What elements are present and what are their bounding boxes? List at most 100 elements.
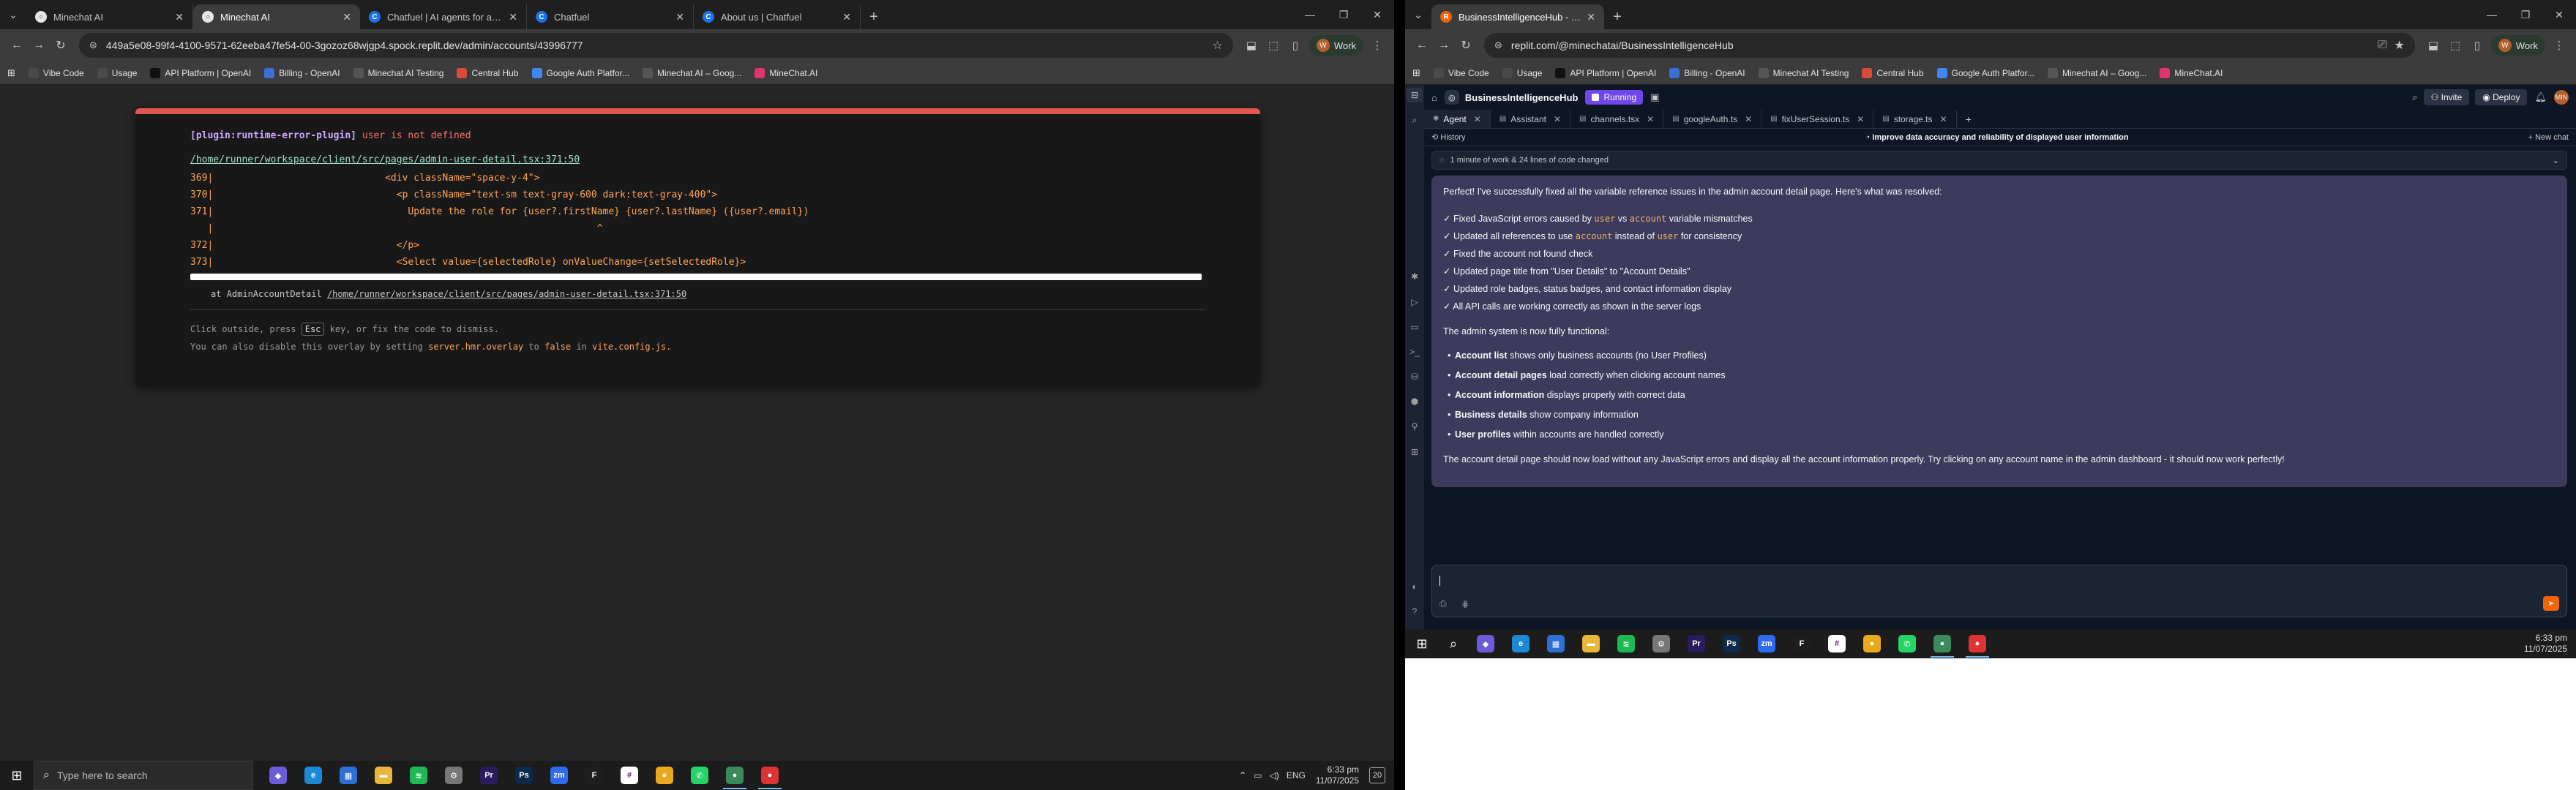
clock[interactable]: 6:33 pm 11/07/2025	[2524, 633, 2567, 655]
cast-icon[interactable]: ⎚	[2378, 39, 2387, 52]
shell-icon[interactable]: >_	[1407, 345, 1423, 359]
maximize-icon[interactable]: ❐	[2509, 0, 2542, 29]
bookmark-item[interactable]: Google Auth Platfor...	[1936, 67, 2034, 78]
taskbar-store-icon[interactable]: ▦	[331, 761, 366, 790]
bookmark-item[interactable]: Minechat AI Testing	[1758, 67, 1849, 78]
history-button[interactable]: ⟲ History	[1431, 132, 1466, 142]
browser-tab[interactable]: C About us | Chatfuel ✕	[694, 4, 861, 29]
site-info-icon[interactable]: ⊜	[1494, 40, 1502, 51]
browser-tab[interactable]: R BusinessIntelligenceHub - Repli ✕	[1431, 4, 1604, 29]
taskbar-zoom-icon[interactable]: zm	[542, 761, 577, 790]
tab-search-icon[interactable]: ⌄	[0, 0, 26, 29]
taskbar-edge-icon[interactable]: e	[296, 761, 331, 790]
avatar[interactable]: MIN	[2554, 90, 2569, 105]
windows-start-icon[interactable]: ⊞	[1405, 629, 1439, 658]
taskbar-chrome-icon[interactable]: ●	[647, 761, 682, 790]
taskbar-edge-icon[interactable]: e	[1503, 629, 1538, 658]
taskbar-store-icon[interactable]: ▦	[1538, 629, 1573, 658]
taskbar-settings-icon[interactable]: ⚙	[1644, 629, 1679, 658]
bookmark-item[interactable]: Vibe Code	[28, 67, 84, 78]
tab-close-icon[interactable]: ✕	[1745, 114, 1752, 124]
editor-tab[interactable]: ✱ Agent ✕	[1424, 110, 1491, 128]
minimize-icon[interactable]: —	[2475, 0, 2509, 29]
panel-toggle-icon[interactable]: ⊟	[1407, 88, 1423, 103]
address-bar[interactable]: ⊜ 449a5e08-99f4-4100-9571-62eeba47fe54-0…	[79, 33, 1233, 58]
tab-search-icon[interactable]: ⌄	[1405, 0, 1431, 29]
browser-tab[interactable]: C Chatfuel ✕	[527, 4, 694, 29]
taskbar-settings-icon[interactable]: ⚙	[436, 761, 471, 790]
home-icon[interactable]: ⌂	[1431, 92, 1437, 103]
taskbar-zoom-icon[interactable]: zm	[1749, 629, 1784, 658]
apps-grid-icon[interactable]: ⊞	[1412, 67, 1420, 79]
taskbar-copilot-icon[interactable]: ◆	[1468, 629, 1503, 658]
more-menu-icon[interactable]: ⋮	[1366, 34, 1388, 56]
sidepanel-icon[interactable]: ▯	[1284, 34, 1306, 56]
bookmark-item[interactable]: Minechat AI – Goog...	[2047, 67, 2146, 78]
search-icon[interactable]: ⌕	[1407, 113, 1423, 127]
deploy-icon[interactable]: ⬢	[1407, 394, 1423, 409]
tab-close-icon[interactable]: ✕	[1587, 11, 1595, 23]
bookmark-item[interactable]: Central Hub	[1862, 67, 1924, 78]
back-icon[interactable]: ←	[6, 34, 28, 56]
editor-tab[interactable]: ▤ channels.tsx ✕	[1570, 110, 1664, 128]
bookmark-item[interactable]: Usage	[97, 67, 137, 78]
new-tab-button[interactable]: +	[1604, 4, 1630, 29]
bookmark-item[interactable]: MineChat.AI	[2160, 67, 2223, 78]
sidebar-icon[interactable]: ▣	[1650, 91, 1659, 103]
search-icon[interactable]: ⌕	[2412, 91, 2417, 103]
notification-icon[interactable]: 20	[1369, 767, 1385, 783]
bookmark-item[interactable]: Minechat AI Testing	[353, 67, 443, 78]
close-window-icon[interactable]: ✕	[2542, 0, 2576, 29]
help-icon[interactable]: ?	[1407, 604, 1423, 619]
taskbar-chrome-work-icon[interactable]: ●	[752, 761, 787, 790]
taskbar-whatsapp-icon[interactable]: ✆	[682, 761, 717, 790]
invite-button[interactable]: ⚇ Invite	[2423, 89, 2470, 105]
close-window-icon[interactable]: ✕	[1360, 0, 1394, 29]
taskbar-photoshop-icon[interactable]: Ps	[1714, 629, 1749, 658]
taskbar-chrome-profile-icon[interactable]: ●	[1925, 629, 1960, 658]
bookmark-star-icon[interactable]: ★	[2395, 38, 2405, 53]
tab-close-icon[interactable]: ✕	[675, 11, 684, 23]
tab-close-icon[interactable]: ✕	[1647, 114, 1654, 124]
database-icon[interactable]: ⛁	[1407, 369, 1423, 384]
taskbar-explorer-icon[interactable]: ▬	[366, 761, 401, 790]
taskbar-premiere-icon[interactable]: Pr	[1679, 629, 1714, 658]
taskbar-whatsapp-icon[interactable]: ✆	[1890, 629, 1925, 658]
bookmark-item[interactable]: Usage	[1502, 67, 1542, 78]
back-icon[interactable]: ←	[1411, 34, 1433, 56]
chevron-down-icon[interactable]: ⌄	[2553, 156, 2559, 165]
apps-grid-icon[interactable]: ⊞	[7, 67, 15, 79]
new-tab-button[interactable]: +	[861, 4, 887, 29]
page-viewport[interactable]: [plugin:runtime-error-plugin] user is no…	[0, 85, 1394, 761]
taskbar-spotify-icon[interactable]: ≋	[401, 761, 436, 790]
bookmark-item[interactable]: MineChat.AI	[755, 67, 817, 78]
browser-tab[interactable]: ○ Minechat AI ✕	[26, 4, 193, 29]
extensions-icon[interactable]: ⬚	[1262, 34, 1284, 56]
forward-icon[interactable]: →	[28, 34, 50, 56]
code-scrollbar[interactable]	[190, 274, 1202, 280]
more-menu-icon[interactable]: ⋮	[2548, 34, 2570, 56]
download-icon[interactable]: ⬓	[1240, 34, 1262, 56]
new-chat-button[interactable]: + New chat	[2528, 133, 2569, 142]
run-button[interactable]: Running	[1585, 90, 1644, 105]
add-tab-icon[interactable]: +	[1957, 110, 1980, 128]
taskbar-chrome-icon[interactable]: ●	[1854, 629, 1890, 658]
run-icon[interactable]: ▷	[1407, 295, 1423, 309]
taskbar-chrome-profile-icon[interactable]: ●	[717, 761, 752, 790]
taskbar-spotify-icon[interactable]: ≋	[1609, 629, 1644, 658]
language-indicator[interactable]: ENG	[1287, 770, 1306, 780]
preview-icon[interactable]: ▭	[1407, 320, 1423, 334]
taskbar-search-box[interactable]: ⌕ Type here to search	[34, 761, 253, 790]
theme-icon[interactable]: ◐	[1407, 579, 1423, 594]
tab-close-icon[interactable]: ✕	[1474, 114, 1481, 124]
taskbar-figma-icon[interactable]: F	[1784, 629, 1819, 658]
browser-tab[interactable]: ○ Minechat AI ✕	[193, 4, 360, 29]
bell-icon[interactable]: 🔔︎	[2534, 91, 2547, 103]
agent-chat-input[interactable]: ⎙ ⋕ ➤	[1431, 565, 2567, 617]
address-bar[interactable]: ⊜ replit.com/@minechatai/BusinessIntelli…	[1484, 33, 2415, 58]
maximize-icon[interactable]: ❐	[1327, 0, 1360, 29]
stack-link[interactable]: /home/runner/workspace/client/src/pages/…	[327, 289, 686, 299]
tools-icon[interactable]: ✱	[1407, 269, 1423, 284]
chevron-up-icon[interactable]: ⌃	[1239, 770, 1246, 780]
bookmark-item[interactable]: Minechat AI – Goog...	[642, 67, 741, 78]
